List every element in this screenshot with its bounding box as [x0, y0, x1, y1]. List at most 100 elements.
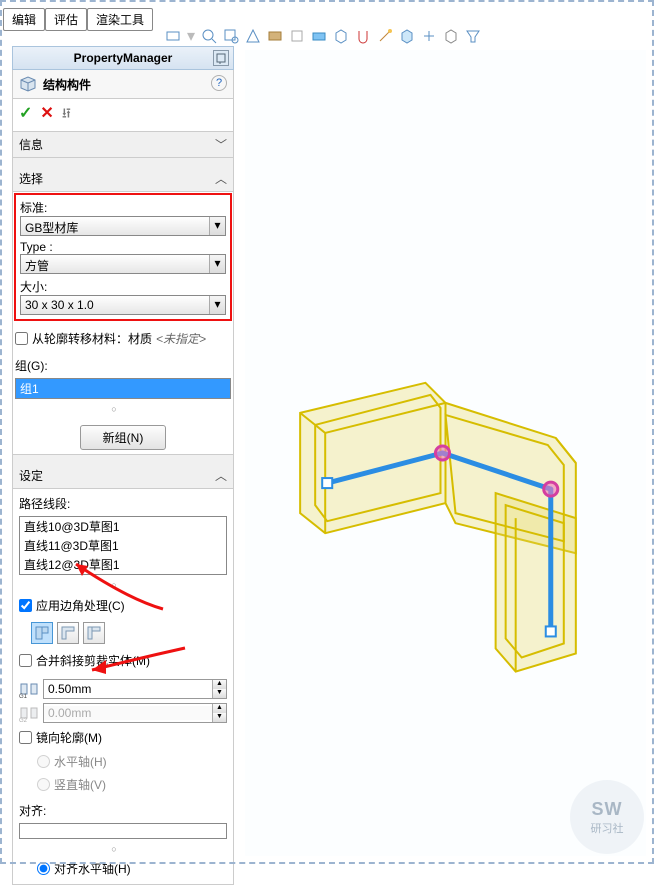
gap1-spinner[interactable]: ▲▼: [43, 679, 227, 699]
view-toolbar[interactable]: ▾: [165, 26, 481, 46]
corner-butt1-icon[interactable]: [57, 622, 79, 644]
box-icon[interactable]: [333, 28, 349, 44]
tab-evaluate[interactable]: 评估: [45, 8, 87, 31]
path-segments-listbox[interactable]: 直线10@3D草图1 直线11@3D草图1 直线12@3D草图1: [19, 516, 227, 575]
path-segments-label: 路径线段:: [19, 495, 227, 512]
settings-section-title: 设定: [19, 467, 43, 484]
pm-title-bar: PropertyManager: [12, 46, 234, 70]
watermark-icon: SW 研习社: [570, 780, 644, 854]
dropdown-arrow-icon[interactable]: ▾: [209, 296, 225, 314]
corner-butt2-icon[interactable]: [83, 622, 105, 644]
select-section-header[interactable]: 选择 ︿: [12, 166, 234, 192]
mirror-profile-checkbox[interactable]: [19, 731, 32, 744]
resize-grip-icon[interactable]: ○: [19, 843, 227, 855]
gap1-input[interactable]: [44, 682, 212, 696]
pin-panel-icon[interactable]: [213, 50, 229, 66]
apply-corner-row[interactable]: 应用边角处理(C): [19, 595, 227, 616]
display-style-icon[interactable]: [267, 28, 283, 44]
box3-icon[interactable]: [443, 28, 459, 44]
pm-actions: ✓ ✕ ⭿: [12, 99, 234, 132]
transfer-material-state: <未指定>: [156, 330, 206, 347]
transfer-material-checkbox[interactable]: [15, 332, 28, 345]
graphics-viewport[interactable]: [245, 50, 646, 856]
gap1-icon: G1: [19, 680, 39, 698]
corner-miter-icon[interactable]: [31, 622, 53, 644]
svg-text:G1: G1: [19, 694, 28, 698]
type-value: 方管: [21, 255, 209, 273]
hide-show-icon[interactable]: [289, 28, 305, 44]
standard-dropdown[interactable]: GB型材库 ▾: [20, 216, 226, 236]
corner-treatment-options: [19, 620, 227, 646]
size-label: 大小:: [20, 278, 226, 295]
gap2-icon: G2: [19, 704, 39, 722]
size-dropdown[interactable]: 30 x 30 x 1.0 ▾: [20, 295, 226, 315]
spin-down-icon[interactable]: ▼: [212, 689, 226, 698]
tab-edit[interactable]: 编辑: [3, 8, 45, 31]
mirror-profile-row[interactable]: 镜向轮廓(M): [19, 727, 227, 748]
push-pin-icon[interactable]: ⭿: [62, 103, 71, 127]
spin-up-icon: ▲: [212, 704, 226, 713]
hor-axis-row: 水平轴(H): [19, 752, 227, 771]
chevron-up-icon: ︿: [215, 170, 227, 187]
align-listbox[interactable]: [19, 823, 227, 839]
cancel-button[interactable]: ✕: [40, 103, 53, 127]
tab-render-tools[interactable]: 渲染工具: [87, 8, 153, 31]
box2-icon[interactable]: [399, 28, 415, 44]
group-item[interactable]: 组1: [16, 379, 230, 398]
wand-icon[interactable]: [377, 28, 393, 44]
scenes-icon[interactable]: [311, 28, 327, 44]
apply-corner-label: 应用边角处理(C): [36, 597, 125, 614]
ok-button[interactable]: ✓: [19, 103, 32, 127]
merge-trim-checkbox[interactable]: [19, 654, 32, 667]
dropdown-arrow-icon[interactable]: ▾: [209, 255, 225, 273]
list-item[interactable]: 直线12@3D草图1: [20, 555, 226, 574]
standard-label: 标准:: [20, 199, 226, 216]
highlighted-profile-panel: 标准: GB型材库 ▾ Type : 方管 ▾ 大小: 30 x 30 x 1.…: [14, 193, 232, 321]
ver-axis-row: 竖直轴(V): [19, 775, 227, 794]
settings-section-header[interactable]: 设定 ︿: [12, 463, 234, 489]
spin-up-icon[interactable]: ▲: [212, 680, 226, 689]
resize-grip-icon[interactable]: ○: [19, 579, 227, 591]
property-manager-panel: PropertyManager 结构构件 ? ✓ ✕ ⭿ 信息 ﹀ 选择 ︿ 标…: [12, 46, 234, 885]
size-value: 30 x 30 x 1.0: [21, 296, 209, 314]
type-label: Type :: [20, 240, 226, 254]
merge-trim-row[interactable]: 合并斜接剪裁实体(M): [19, 650, 227, 671]
arrows-icon[interactable]: [421, 28, 437, 44]
dropdown-arrow-icon[interactable]: ▾: [209, 217, 225, 235]
standard-value: GB型材库: [21, 217, 209, 235]
zoom-fit-icon[interactable]: [201, 28, 217, 44]
gap2-spinner: ▲▼: [43, 703, 227, 723]
list-item[interactable]: 直线10@3D草图1: [20, 517, 226, 536]
ver-axis-radio: [37, 778, 50, 791]
magnet-icon[interactable]: [355, 28, 371, 44]
gap2-input: [44, 706, 212, 720]
apply-corner-checkbox[interactable]: [19, 599, 32, 612]
new-group-button[interactable]: 新组(N): [80, 425, 167, 450]
align-hor-label: 对齐水平轴(H): [54, 860, 131, 877]
hor-axis-label: 水平轴(H): [54, 753, 107, 770]
zoom-area-icon[interactable]: [223, 28, 239, 44]
view-normal-icon[interactable]: [165, 28, 181, 44]
align-hor-row[interactable]: 对齐水平轴(H): [19, 859, 227, 878]
help-icon[interactable]: ?: [211, 75, 227, 91]
top-tab-bar: 编辑 评估 渲染工具: [3, 8, 153, 31]
info-section-header[interactable]: 信息 ﹀: [12, 132, 234, 158]
weldment-icon: [19, 75, 37, 93]
resize-grip-icon[interactable]: ○: [15, 403, 231, 415]
feature-name: 结构构件: [43, 76, 91, 93]
list-item[interactable]: 直线11@3D草图1: [20, 536, 226, 555]
model-preview-icon: [245, 50, 646, 856]
ver-axis-label: 竖直轴(V): [54, 776, 106, 793]
group-label: 组(G):: [15, 357, 231, 374]
feature-header: 结构构件 ?: [12, 70, 234, 99]
filter-icon[interactable]: [465, 28, 481, 44]
section-view-icon[interactable]: [245, 28, 261, 44]
pm-title-text: PropertyManager: [74, 51, 173, 65]
chevron-up-icon: ︿: [215, 467, 227, 484]
transfer-material-row[interactable]: 从轮廓转移材料：材质 <未指定>: [15, 328, 231, 349]
settings-section-body: 路径线段: 直线10@3D草图1 直线11@3D草图1 直线12@3D草图1 ○…: [12, 489, 234, 885]
type-dropdown[interactable]: 方管 ▾: [20, 254, 226, 274]
select-section-title: 选择: [19, 170, 43, 187]
hor-axis-radio: [37, 755, 50, 768]
group-listbox[interactable]: 组1: [15, 378, 231, 399]
